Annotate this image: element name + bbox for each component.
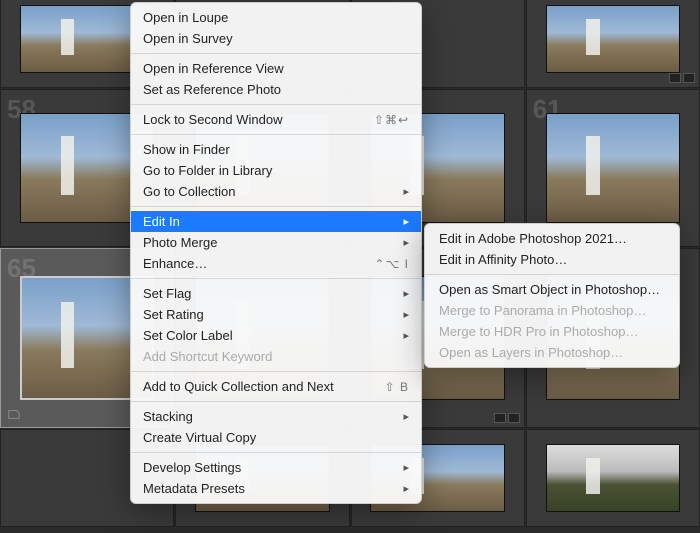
menu-item-open-in-survey[interactable]: Open in Survey — [131, 28, 421, 49]
menu-item-label: Go to Folder in Library — [143, 163, 272, 178]
menu-separator — [131, 104, 421, 105]
menu-item-merge-to-panorama-in-photoshop: Merge to Panorama in Photoshop… — [425, 300, 679, 321]
menu-item-lock-to-second-window[interactable]: Lock to Second Window ⇧⌘↩ — [131, 109, 421, 130]
quick-collection-icon — [7, 407, 21, 421]
menu-item-open-in-loupe[interactable]: Open in Loupe — [131, 7, 421, 28]
menu-separator — [425, 274, 679, 275]
menu-separator — [131, 53, 421, 54]
chevron-right-icon: ▸ — [403, 287, 409, 300]
menu-item-label: Photo Merge — [143, 235, 217, 250]
menu-shortcut: ⌃⌥ I — [374, 257, 409, 271]
menu-item-edit-in-adobe-photoshop-2021[interactable]: Edit in Adobe Photoshop 2021… — [425, 228, 679, 249]
menu-item-open-as-layers-in-photoshop: Open as Layers in Photoshop… — [425, 342, 679, 363]
menu-shortcut: ⇧ B — [385, 380, 409, 394]
menu-separator — [131, 134, 421, 135]
menu-item-set-flag[interactable]: Set Flag ▸ — [131, 283, 421, 304]
menu-item-develop-settings[interactable]: Develop Settings ▸ — [131, 457, 421, 478]
menu-item-label: Enhance… — [143, 256, 207, 271]
menu-item-add-to-quick-collection-and-next[interactable]: Add to Quick Collection and Next ⇧ B — [131, 376, 421, 397]
menu-item-label: Open in Survey — [143, 31, 233, 46]
editin-submenu: Edit in Adobe Photoshop 2021… Edit in Aff… — [424, 223, 680, 368]
menu-item-label: Open as Layers in Photoshop… — [439, 345, 623, 360]
menu-item-show-in-finder[interactable]: Show in Finder — [131, 139, 421, 160]
photo-thumbnail — [546, 444, 680, 511]
menu-item-enhance[interactable]: Enhance… ⌃⌥ I — [131, 253, 421, 274]
chevron-right-icon: ▸ — [403, 185, 409, 198]
menu-separator — [131, 452, 421, 453]
menu-item-label: Create Virtual Copy — [143, 430, 256, 445]
menu-item-label: Edit In — [143, 214, 180, 229]
thumbnail-cell[interactable] — [526, 0, 700, 88]
menu-item-label: Set Color Label — [143, 328, 233, 343]
menu-item-edit-in[interactable]: Edit In ▸ — [131, 211, 421, 232]
menu-item-label: Open in Reference View — [143, 61, 284, 76]
menu-item-label: Show in Finder — [143, 142, 230, 157]
thumbnail-badges — [494, 413, 520, 423]
menu-item-label: Stacking — [143, 409, 193, 424]
chevron-right-icon: ▸ — [403, 410, 409, 423]
chevron-right-icon: ▸ — [403, 461, 409, 474]
thumbnail-cell[interactable] — [526, 429, 700, 527]
menu-item-label: Open as Smart Object in Photoshop… — [439, 282, 660, 297]
menu-item-photo-merge[interactable]: Photo Merge ▸ — [131, 232, 421, 253]
menu-item-set-rating[interactable]: Set Rating ▸ — [131, 304, 421, 325]
menu-separator — [131, 206, 421, 207]
menu-item-label: Edit in Adobe Photoshop 2021… — [439, 231, 627, 246]
menu-item-open-as-smart-object-in-photoshop[interactable]: Open as Smart Object in Photoshop… — [425, 279, 679, 300]
thumbnail-badges — [669, 73, 695, 83]
menu-item-go-to-folder-in-library[interactable]: Go to Folder in Library — [131, 160, 421, 181]
menu-separator — [131, 401, 421, 402]
menu-item-add-shortcut-keyword: Add Shortcut Keyword — [131, 346, 421, 367]
menu-item-label: Set Rating — [143, 307, 204, 322]
menu-item-label: Merge to HDR Pro in Photoshop… — [439, 324, 638, 339]
menu-item-label: Develop Settings — [143, 460, 241, 475]
chevron-right-icon: ▸ — [403, 236, 409, 249]
photo-thumbnail — [546, 5, 680, 72]
menu-shortcut: ⇧⌘↩ — [374, 113, 409, 127]
menu-item-label: Metadata Presets — [143, 481, 245, 496]
menu-item-stacking[interactable]: Stacking ▸ — [131, 406, 421, 427]
menu-item-create-virtual-copy[interactable]: Create Virtual Copy — [131, 427, 421, 448]
menu-item-go-to-collection[interactable]: Go to Collection ▸ — [131, 181, 421, 202]
menu-item-label: Set Flag — [143, 286, 191, 301]
photo-thumbnail — [546, 113, 680, 222]
menu-item-label: Lock to Second Window — [143, 112, 282, 127]
chevron-right-icon: ▸ — [403, 308, 409, 321]
menu-item-label: Add to Quick Collection and Next — [143, 379, 334, 394]
chevron-right-icon: ▸ — [403, 482, 409, 495]
menu-item-open-in-reference-view[interactable]: Open in Reference View — [131, 58, 421, 79]
menu-separator — [131, 371, 421, 372]
menu-separator — [131, 278, 421, 279]
chevron-right-icon: ▸ — [403, 215, 409, 228]
menu-item-merge-to-hdr-pro-in-photoshop: Merge to HDR Pro in Photoshop… — [425, 321, 679, 342]
context-menu: Open in Loupe Open in Survey Open in Refer… — [130, 2, 422, 504]
menu-item-set-color-label[interactable]: Set Color Label ▸ — [131, 325, 421, 346]
menu-item-metadata-presets[interactable]: Metadata Presets ▸ — [131, 478, 421, 499]
menu-item-label: Open in Loupe — [143, 10, 228, 25]
menu-item-label: Add Shortcut Keyword — [143, 349, 272, 364]
chevron-right-icon: ▸ — [403, 329, 409, 342]
menu-item-label: Edit in Affinity Photo… — [439, 252, 567, 267]
menu-item-edit-in-affinity-photo[interactable]: Edit in Affinity Photo… — [425, 249, 679, 270]
menu-item-label: Merge to Panorama in Photoshop… — [439, 303, 646, 318]
menu-item-label: Set as Reference Photo — [143, 82, 281, 97]
menu-item-set-as-reference-photo[interactable]: Set as Reference Photo — [131, 79, 421, 100]
menu-item-label: Go to Collection — [143, 184, 236, 199]
